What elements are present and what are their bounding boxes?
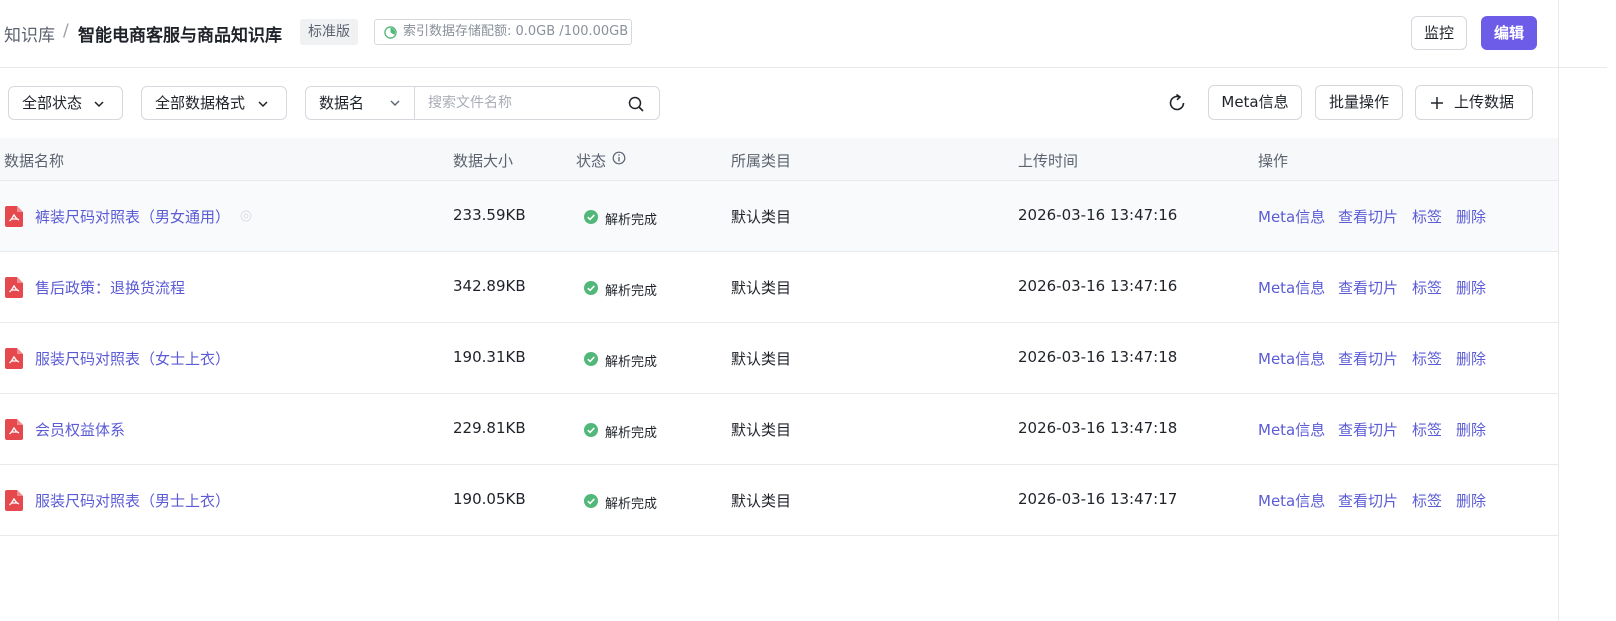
pdf-icon: [5, 277, 23, 298]
upload-data-button[interactable]: 上传数据: [1415, 85, 1533, 120]
file-size: 190.31KB: [453, 348, 526, 366]
chevron-down-icon: [390, 100, 400, 106]
view-slices-link[interactable]: 查看切片: [1338, 419, 1398, 440]
delete-link[interactable]: 删除: [1456, 419, 1486, 440]
category: 默认类目: [731, 208, 792, 226]
file-name-link[interactable]: 服装尺码对照表（男士上衣）: [35, 490, 230, 511]
table-row: 售后政策：退换货流程 342.89KB 解析完成 默认类目 2026-03-16…: [0, 252, 1558, 323]
tags-link[interactable]: 标签: [1412, 348, 1442, 369]
status-filter-value: 全部状态: [22, 94, 83, 112]
check-circle-icon: [584, 423, 598, 437]
category: 默认类目: [731, 279, 792, 297]
row-meta-info-link[interactable]: Meta信息: [1258, 206, 1325, 227]
plus-icon: [1431, 97, 1443, 109]
format-filter-select[interactable]: 全部数据格式: [141, 86, 287, 120]
row-meta-info-link[interactable]: Meta信息: [1258, 419, 1325, 440]
delete-link[interactable]: 删除: [1456, 490, 1486, 511]
status-text: 解析完成: [605, 497, 658, 512]
breadcrumb-root[interactable]: 知识库: [4, 21, 55, 46]
file-size: 342.89KB: [453, 277, 526, 295]
view-slices-link[interactable]: 查看切片: [1338, 277, 1398, 298]
view-slices-link[interactable]: 查看切片: [1338, 206, 1398, 227]
refresh-icon[interactable]: [1167, 93, 1187, 113]
file-size: 229.81KB: [453, 419, 526, 437]
view-slices-link[interactable]: 查看切片: [1338, 490, 1398, 511]
category: 默认类目: [731, 492, 792, 510]
tags-link[interactable]: 标签: [1412, 277, 1442, 298]
column-header-status: 状态: [576, 152, 607, 170]
view-slices-link[interactable]: 查看切片: [1338, 348, 1398, 369]
chevron-down-icon: [94, 101, 104, 108]
search-field-value: 数据名: [319, 94, 365, 112]
upload-time: 2026-03-16 13:47:16: [1018, 206, 1178, 224]
column-header-actions: 操作: [1258, 152, 1289, 170]
table-row: 裤装尺码对照表（男女通用） 233.59KB 解析完成 默认类目 2026-03…: [0, 181, 1558, 252]
file-name-link[interactable]: 裤装尺码对照表（男女通用）: [35, 206, 230, 227]
upload-time: 2026-03-16 13:47:18: [1018, 419, 1178, 437]
file-name-link[interactable]: 售后政策：退换货流程: [35, 277, 185, 298]
tags-link[interactable]: 标签: [1412, 206, 1442, 227]
column-header-size: 数据大小: [453, 152, 514, 170]
quota-label: 索引数据存储配额: 0.0GB /100.00GB: [403, 24, 629, 39]
delete-link[interactable]: 删除: [1456, 206, 1486, 227]
upload-time: 2026-03-16 13:47:16: [1018, 277, 1178, 295]
tags-link[interactable]: 标签: [1412, 419, 1442, 440]
edition-badge: 标准版: [300, 19, 358, 45]
column-header-name: 数据名称: [4, 152, 65, 170]
info-icon[interactable]: [612, 151, 626, 165]
row-meta-info-link[interactable]: Meta信息: [1258, 490, 1325, 511]
table-row: 服装尺码对照表（女士上衣） 190.31KB 解析完成 默认类目 2026-03…: [0, 323, 1558, 394]
page-title: 智能电商客服与商品知识库: [78, 26, 282, 46]
file-name-link[interactable]: 会员权益体系: [35, 419, 125, 440]
knowledge-base-page: 知识库 / 智能电商客服与商品知识库 标准版 索引数据存储配额: 0.0GB /…: [0, 0, 1616, 621]
chevron-down-icon: [258, 101, 268, 108]
breadcrumb-separator: /: [63, 21, 69, 41]
check-circle-icon: [584, 210, 598, 224]
delete-link[interactable]: 删除: [1456, 348, 1486, 369]
table-row: 会员权益体系 229.81KB 解析完成 默认类目 2026-03-16 13:…: [0, 394, 1558, 465]
pdf-icon: [5, 206, 23, 227]
delete-link[interactable]: 删除: [1456, 277, 1486, 298]
upload-data-label: 上传数据: [1453, 93, 1514, 111]
upload-time: 2026-03-16 13:47:17: [1018, 490, 1178, 508]
tags-link[interactable]: 标签: [1412, 490, 1442, 511]
circle-outline-icon: [240, 210, 252, 222]
column-header-upload-time: 上传时间: [1018, 152, 1079, 170]
check-circle-icon: [584, 494, 598, 508]
search-group: 数据名: [305, 86, 660, 120]
table-row: 服装尺码对照表（男士上衣） 190.05KB 解析完成 默认类目 2026-03…: [0, 465, 1558, 536]
batch-operation-button[interactable]: 批量操作: [1315, 85, 1403, 120]
status-text: 解析完成: [605, 355, 658, 370]
column-header-category: 所属类目: [731, 152, 792, 170]
table-header: 数据名称 数据大小 状态 所属类目 上传时间 操作: [0, 138, 1558, 181]
file-size: 233.59KB: [453, 206, 526, 224]
status-text: 解析完成: [605, 213, 658, 228]
page-header: 知识库 / 智能电商客服与商品知识库 标准版 索引数据存储配额: 0.0GB /…: [0, 0, 1607, 68]
upload-time: 2026-03-16 13:47:18: [1018, 348, 1178, 366]
status-text: 解析完成: [605, 284, 658, 299]
file-name-link[interactable]: 服装尺码对照表（女士上衣）: [35, 348, 230, 369]
row-meta-info-link[interactable]: Meta信息: [1258, 348, 1325, 369]
pdf-icon: [5, 490, 23, 511]
category: 默认类目: [731, 421, 792, 439]
monitor-button[interactable]: 监控: [1411, 16, 1467, 50]
check-circle-icon: [584, 352, 598, 366]
status-filter-select[interactable]: 全部状态: [8, 86, 123, 120]
scroll-edge: [1558, 0, 1559, 621]
status-text: 解析完成: [605, 426, 658, 441]
edit-button[interactable]: 编辑: [1481, 16, 1537, 50]
search-input[interactable]: [416, 87, 626, 119]
pdf-icon: [5, 348, 23, 369]
format-filter-value: 全部数据格式: [155, 94, 246, 112]
search-icon[interactable]: [628, 96, 644, 112]
search-field-select[interactable]: 数据名: [306, 87, 415, 119]
meta-info-button[interactable]: Meta信息: [1208, 85, 1302, 120]
pie-chart-icon: [384, 26, 397, 39]
check-circle-icon: [584, 281, 598, 295]
storage-quota-badge: 索引数据存储配额: 0.0GB /100.00GB: [374, 19, 632, 45]
pdf-icon: [5, 419, 23, 440]
category: 默认类目: [731, 350, 792, 368]
file-size: 190.05KB: [453, 490, 526, 508]
row-meta-info-link[interactable]: Meta信息: [1258, 277, 1325, 298]
